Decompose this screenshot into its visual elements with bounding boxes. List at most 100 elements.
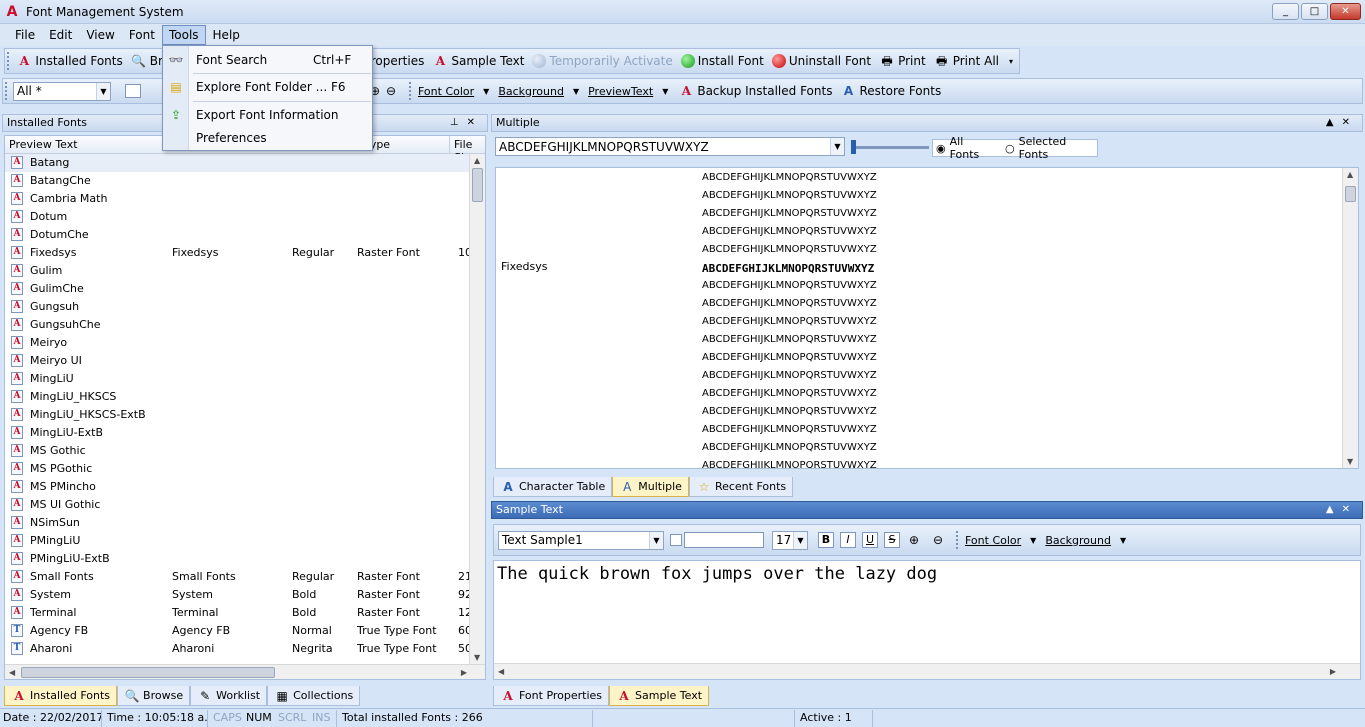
font-type-cell: Raster Font [357, 606, 420, 619]
table-row[interactable]: A PMingLiU-ExtB [5, 550, 485, 568]
menu-font[interactable]: Font [122, 25, 162, 45]
toolbar-overflow-icon[interactable]: ▾ [1003, 57, 1019, 66]
tab-installed-fonts[interactable]: A Installed Fonts [4, 686, 118, 706]
backup-fonts-button[interactable]: A Backup Installed Fonts [674, 80, 836, 102]
menu-help[interactable]: Help [206, 25, 247, 45]
table-row[interactable]: A NSimSun [5, 514, 485, 532]
font-color-button[interactable]: Font Color [415, 85, 477, 98]
menu-edit[interactable]: Edit [42, 25, 79, 45]
table-row[interactable]: A MingLiU-ExtB [5, 424, 485, 442]
sample-font-color-button[interactable]: Font Color [962, 534, 1024, 547]
menu-tools[interactable]: Tools [161, 25, 206, 45]
preview-text-cell: MS PMincho [30, 480, 96, 493]
filter-select[interactable]: All * ▼ [13, 81, 111, 101]
sample-font-color-dropdown-icon[interactable]: ▼ [1024, 536, 1042, 545]
preview-text-combo[interactable]: ABCDEFGHIJKLMNOPQRSTUVWXYZ ▼ [495, 137, 845, 156]
checkbox[interactable] [125, 84, 141, 98]
sample-select[interactable]: Text Sample1 ▼ [498, 530, 664, 550]
table-row[interactable]: A MS PMincho [5, 478, 485, 496]
strikethrough-button[interactable]: S [884, 532, 900, 548]
zoom-out-icon[interactable]: ⊖ [383, 83, 399, 99]
tab-worklist[interactable]: ✎ Worklist [190, 686, 268, 706]
uninstall-font-button[interactable]: Uninstall Font [768, 50, 875, 72]
toolbar2-gripper[interactable] [5, 82, 9, 100]
table-row[interactable]: A MingLiU_HKSCS [5, 388, 485, 406]
table-row[interactable]: A Meiryo [5, 334, 485, 352]
close-button[interactable]: ✕ [1330, 3, 1361, 20]
preview-text-dropdown-icon[interactable]: ▼ [656, 87, 674, 96]
table-row[interactable]: A GulimChe [5, 280, 485, 298]
left-hscrollbar[interactable]: ◀ ▶ [5, 664, 485, 679]
table-row[interactable]: A Batang [5, 154, 485, 172]
tab-font-properties[interactable]: A Font Properties [493, 686, 610, 706]
print-all-button[interactable]: 🖶 Print All [930, 50, 1003, 72]
sample-hscrollbar[interactable]: ◀ ▶ [494, 663, 1360, 679]
table-row[interactable]: A MS PGothic [5, 460, 485, 478]
preview-text-button[interactable]: PreviewText [585, 85, 656, 98]
size-slider[interactable] [851, 138, 929, 156]
table-row[interactable]: A Cambria Math [5, 190, 485, 208]
sample-text-area[interactable]: The quick brown fox jumps over the lazy … [493, 560, 1361, 680]
table-row[interactable]: A Meiryo UI [5, 352, 485, 370]
color-swatch[interactable] [684, 532, 764, 548]
table-row[interactable]: A DotumChe [5, 226, 485, 244]
installed-fonts-button[interactable]: A Installed Fonts [12, 50, 126, 72]
table-row[interactable]: T Aharoni Aharoni Negrita True Type Font 50 [5, 640, 485, 658]
tab-sample-text[interactable]: A Sample Text [609, 686, 710, 706]
collapse-close-icons[interactable]: ▲✕ [1326, 115, 1358, 131]
minimize-button[interactable]: _ [1272, 3, 1299, 20]
toolbar-gripper[interactable] [7, 52, 10, 70]
collapse-close-icons[interactable]: ▲✕ [1326, 502, 1358, 518]
tab-collections[interactable]: ▦ Collections [267, 686, 361, 706]
table-row[interactable]: A MS UI Gothic [5, 496, 485, 514]
restore-fonts-button[interactable]: A Restore Fonts [836, 80, 945, 102]
tab-character-table[interactable]: A Character Table [493, 477, 613, 497]
table-row[interactable]: A PMingLiU [5, 532, 485, 550]
size-select[interactable]: 17 ▼ [772, 530, 808, 550]
left-vscrollbar[interactable]: ▲ ▼ [469, 154, 485, 664]
menu-item-preferences[interactable]: Preferences [163, 127, 372, 149]
font-color-dropdown-icon[interactable]: ▼ [477, 87, 495, 96]
table-row[interactable]: A Dotum [5, 208, 485, 226]
menu-item-explore-folder[interactable]: ▤ Explore Font Folder ... F6 [163, 76, 372, 98]
tab-browse[interactable]: 🔍 Browse [117, 686, 191, 706]
install-font-button[interactable]: Install Font [677, 50, 768, 72]
maximize-button[interactable]: □ [1301, 3, 1328, 20]
table-row[interactable]: A System System Bold Raster Font 92 [5, 586, 485, 604]
radio-all-fonts[interactable]: ◉ [936, 142, 946, 155]
sample-checkbox[interactable] [670, 534, 682, 546]
print-button[interactable]: 🖶 Print [875, 50, 930, 72]
menu-file[interactable]: File [8, 25, 42, 45]
table-row[interactable]: A MingLiU_HKSCS-ExtB [5, 406, 485, 424]
table-row[interactable]: A BatangChe [5, 172, 485, 190]
col-preview-text[interactable]: Preview Text [9, 138, 78, 151]
underline-button[interactable]: U [862, 532, 878, 548]
temporarily-activate-button[interactable]: Temporarily Activate [528, 50, 676, 72]
tab-multiple[interactable]: A Multiple [612, 477, 689, 497]
zoom-out-icon[interactable]: ⊖ [930, 532, 946, 548]
sample-background-button[interactable]: Background [1042, 534, 1114, 547]
tab-recent-fonts[interactable]: ☆ Recent Fonts [688, 477, 794, 497]
bold-button[interactable]: B [818, 532, 834, 548]
table-row[interactable]: T Agency FB Agency FB Normal True Type Font 6… [5, 622, 485, 640]
zoom-in-icon[interactable]: ⊕ [906, 532, 922, 548]
radio-selected-fonts[interactable]: ○ [1005, 142, 1015, 155]
table-row[interactable]: A Small Fonts Small Fonts Regular Raster Fon… [5, 568, 485, 586]
menu-item-font-search[interactable]: 👓 Font Search Ctrl+F [163, 49, 372, 71]
sample-text-button[interactable]: A Sample Text [428, 50, 528, 72]
table-row[interactable]: A MingLiU [5, 370, 485, 388]
pin-close-icons[interactable]: ⊥✕ [450, 115, 483, 131]
italic-button[interactable]: I [840, 532, 856, 548]
table-row[interactable]: A GungsuhChe [5, 316, 485, 334]
menu-view[interactable]: View [79, 25, 121, 45]
sample-background-dropdown-icon[interactable]: ▼ [1114, 536, 1132, 545]
table-row[interactable]: A Fixedsys Fixedsys Regular Raster Font 10 [5, 244, 485, 262]
table-row[interactable]: A MS Gothic [5, 442, 485, 460]
background-dropdown-icon[interactable]: ▼ [567, 87, 585, 96]
table-row[interactable]: A Terminal Terminal Bold Raster Font 12 [5, 604, 485, 622]
table-row[interactable]: A Gungsuh [5, 298, 485, 316]
right-vscrollbar[interactable]: ▲ ▼ [1342, 168, 1358, 468]
background-button[interactable]: Background [495, 85, 567, 98]
table-row[interactable]: A Gulim [5, 262, 485, 280]
menu-item-export-font-info[interactable]: ⇪ Export Font Information [163, 104, 372, 126]
